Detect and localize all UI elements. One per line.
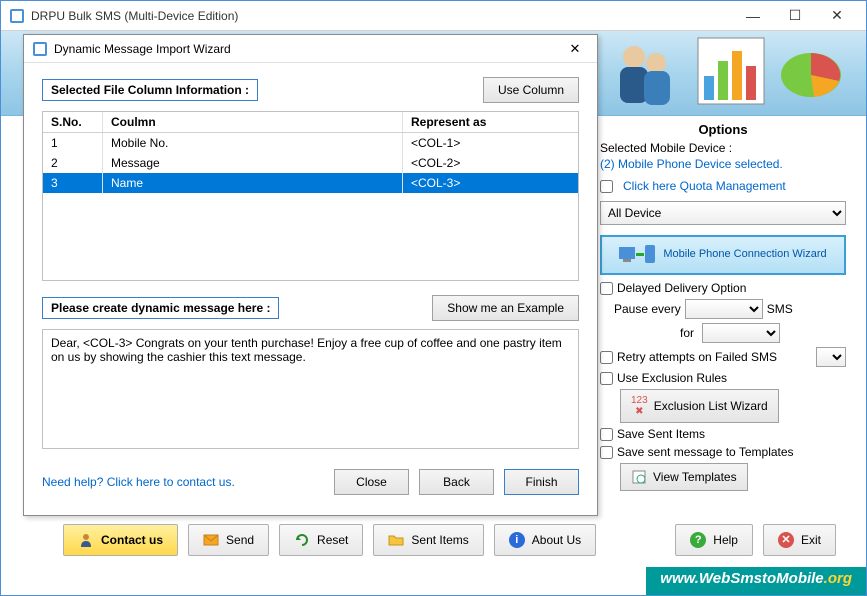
exit-button[interactable]: ✕ Exit — [763, 524, 836, 556]
bottom-toolbar: Contact us Send Reset Sent Items i About… — [1, 515, 866, 565]
dialog-title: Dynamic Message Import Wizard — [54, 42, 561, 56]
use-column-button[interactable]: Use Column — [483, 77, 579, 103]
retry-count-select[interactable] — [816, 347, 846, 367]
message-textarea[interactable]: Dear, <COL-3> Congrats on your tenth pur… — [42, 329, 579, 449]
save-sent-label: Save Sent Items — [617, 427, 705, 441]
app-title: DRPU Bulk SMS (Multi-Device Edition) — [31, 9, 732, 23]
contact-us-button[interactable]: Contact us — [63, 524, 178, 556]
exclusion-icon: 123✖ — [631, 395, 648, 417]
about-us-button[interactable]: i About Us — [494, 524, 596, 556]
dialog-close-btn[interactable]: Close — [334, 469, 409, 495]
refresh-icon — [294, 532, 310, 548]
selected-device-label: Selected Mobile Device : — [600, 141, 846, 155]
selected-device-link[interactable]: (2) Mobile Phone Device selected. — [600, 157, 846, 171]
folder-icon — [388, 532, 404, 548]
watermark: www.WebSmstoMobile.org — [646, 567, 866, 595]
help-contact-link[interactable]: Need help? Click here to contact us. — [42, 475, 235, 489]
send-button[interactable]: Send — [188, 524, 269, 556]
help-button[interactable]: ? Help — [675, 524, 753, 556]
exclusion-label: Use Exclusion Rules — [617, 371, 727, 385]
pause-every-input[interactable] — [685, 299, 763, 319]
table-row[interactable]: 2Message<COL-2> — [43, 153, 578, 173]
maximize-button[interactable]: ☐ — [774, 2, 816, 30]
delayed-delivery-label: Delayed Delivery Option — [617, 281, 746, 295]
app-icon — [9, 8, 25, 24]
quota-link[interactable]: Click here Quota Management — [623, 179, 786, 193]
reset-button[interactable]: Reset — [279, 524, 363, 556]
for-label: for — [680, 326, 694, 340]
import-wizard-dialog: Dynamic Message Import Wizard ✕ Selected… — [23, 34, 598, 516]
info-icon: i — [509, 532, 525, 548]
retry-checkbox[interactable] — [600, 351, 613, 364]
options-title: Options — [600, 122, 846, 137]
main-window: DRPU Bulk SMS (Multi-Device Edition) — ☐… — [0, 0, 867, 596]
person-icon — [78, 532, 94, 548]
minimize-button[interactable]: — — [732, 2, 774, 30]
sms-suffix: SMS — [767, 302, 793, 316]
help-icon: ? — [690, 532, 706, 548]
pause-every-label: Pause every — [614, 302, 681, 316]
banner-art — [606, 33, 846, 113]
th-represent[interactable]: Represent as — [403, 112, 578, 132]
dialog-icon — [32, 41, 48, 57]
show-example-button[interactable]: Show me an Example — [432, 295, 579, 321]
save-sent-checkbox[interactable] — [600, 428, 613, 441]
exclusion-wizard-button[interactable]: 123✖ Exclusion List Wizard — [620, 389, 779, 423]
column-table: S.No. Coulmn Represent as 1Mobile No.<CO… — [42, 111, 579, 281]
table-row[interactable]: 3Name<COL-3> — [43, 173, 578, 193]
options-panel: Options Selected Mobile Device : (2) Mob… — [596, 116, 856, 517]
pie-chart-icon — [776, 43, 846, 103]
sent-items-button[interactable]: Sent Items — [373, 524, 483, 556]
view-templates-button[interactable]: View Templates — [620, 463, 748, 491]
delayed-delivery-checkbox[interactable] — [600, 282, 613, 295]
dialog-close-button[interactable]: ✕ — [561, 37, 589, 61]
th-sno[interactable]: S.No. — [43, 112, 103, 132]
exclusion-checkbox[interactable] — [600, 372, 613, 385]
for-input[interactable] — [702, 323, 780, 343]
save-templates-checkbox[interactable] — [600, 446, 613, 459]
dialog-titlebar: Dynamic Message Import Wizard ✕ — [24, 35, 597, 63]
dialog-finish-btn[interactable]: Finish — [504, 469, 579, 495]
connection-wizard-button[interactable]: Mobile Phone Connection Wizard — [600, 235, 846, 275]
th-column[interactable]: Coulmn — [103, 112, 403, 132]
people-icon — [606, 33, 686, 113]
exit-icon: ✕ — [778, 532, 794, 548]
main-titlebar: DRPU Bulk SMS (Multi-Device Edition) — ☐… — [1, 1, 866, 31]
column-info-label: Selected File Column Information : — [42, 79, 258, 101]
close-button[interactable]: ✕ — [816, 2, 858, 30]
create-message-label: Please create dynamic message here : — [42, 297, 279, 319]
dialog-back-btn[interactable]: Back — [419, 469, 494, 495]
templates-icon — [631, 469, 647, 485]
save-templates-label: Save sent message to Templates — [617, 445, 794, 459]
retry-label: Retry attempts on Failed SMS — [617, 350, 812, 364]
table-row[interactable]: 1Mobile No.<COL-1> — [43, 133, 578, 153]
envelope-icon — [203, 532, 219, 548]
quota-checkbox[interactable] — [600, 180, 613, 193]
devices-icon — [619, 243, 657, 267]
device-filter-select[interactable]: All Device — [600, 201, 846, 225]
bar-chart-icon — [696, 36, 766, 111]
